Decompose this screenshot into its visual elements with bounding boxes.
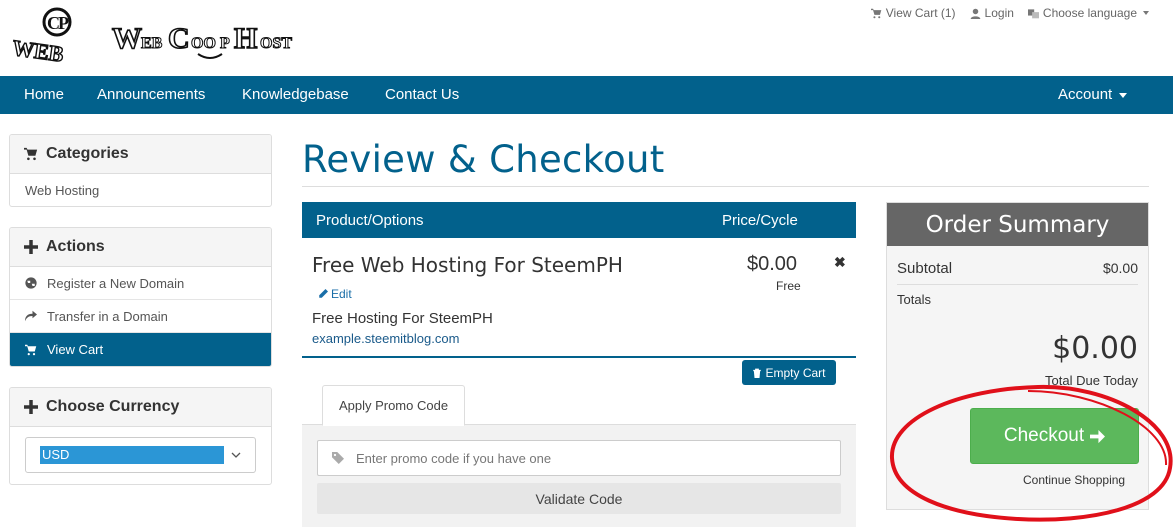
plus-icon — [24, 400, 38, 414]
title-divider — [302, 186, 1149, 187]
svg-text:C: C — [168, 22, 190, 55]
svg-text:OST: OST — [260, 35, 292, 52]
product-price: $0.00 — [747, 253, 798, 275]
nav-announcements[interactable]: Announcements — [97, 76, 205, 114]
subtotal-label: Subtotal — [897, 260, 953, 277]
col-product-options: Product/Options — [316, 212, 424, 229]
chevron-down-icon — [231, 452, 241, 458]
share-icon — [25, 310, 37, 322]
currency-selected-value: USD — [40, 446, 224, 464]
order-summary-panel: Order Summary Subtotal $0.00 Totals $0.0… — [886, 202, 1149, 510]
categories-title: Categories — [46, 145, 129, 162]
nav-account-dropdown[interactable]: Account — [1058, 76, 1128, 114]
col-price-cycle: Price/Cycle — [722, 212, 798, 229]
currency-panel: Choose Currency USD — [9, 387, 272, 485]
language-dropdown[interactable]: Choose language — [1027, 6, 1149, 20]
validate-code-button[interactable]: Validate Code — [317, 483, 841, 514]
total-due-label: Total Due Today — [1045, 373, 1138, 388]
action-label: Transfer in a Domain — [47, 308, 168, 324]
cart-item-row: Free Web Hosting For SteemPH Edit Free H… — [302, 238, 856, 358]
actions-title: Actions — [46, 238, 105, 255]
promo-code-input[interactable]: Enter promo code if you have one — [317, 440, 841, 476]
product-cycle: Free — [776, 279, 801, 293]
edit-product-link[interactable]: Edit — [318, 287, 352, 301]
nav-home[interactable]: Home — [24, 76, 64, 114]
action-view-cart[interactable]: View Cart — [10, 333, 271, 366]
main-navbar: Home Announcements Knowledgebase Contact… — [0, 76, 1173, 114]
checkout-label: Checkout — [1003, 425, 1085, 446]
continue-shopping-link[interactable]: Continue Shopping — [1023, 473, 1125, 487]
nav-contact-us[interactable]: Contact Us — [385, 76, 459, 114]
svg-text:H: H — [234, 22, 257, 55]
svg-text:WEB: WEB — [11, 35, 66, 67]
subtotal-row: Subtotal $0.00 — [897, 260, 1138, 277]
chevron-down-icon — [1143, 11, 1149, 15]
caret-down-icon — [1119, 92, 1128, 98]
account-label: Account — [1058, 86, 1113, 103]
globe-icon — [25, 277, 37, 289]
subtotal-value: $0.00 — [1102, 260, 1138, 276]
actions-header: Actions — [10, 228, 271, 267]
page-title: Review & Checkout — [302, 138, 665, 181]
total-due-value: $0.00 — [1052, 331, 1138, 366]
action-label: Register a New Domain — [47, 275, 185, 291]
categories-header: Categories — [10, 135, 271, 174]
action-transfer-domain[interactable]: Transfer in a Domain — [10, 300, 271, 333]
svg-text:P: P — [220, 35, 230, 52]
product-name: Free Web Hosting For SteemPH — [312, 253, 623, 277]
currency-select-wrap: USD — [10, 427, 271, 484]
cart-icon — [24, 147, 38, 161]
view-cart-label: View Cart (1) — [885, 6, 956, 20]
product-domain: example.steemitblog.com — [312, 331, 460, 346]
top-utility-bar: View Cart (1) Login Choose language — [870, 6, 1149, 20]
user-icon — [970, 8, 980, 19]
promo-placeholder: Enter promo code if you have one — [356, 450, 552, 466]
view-cart-link[interactable]: View Cart (1) — [870, 6, 956, 20]
svg-text:P: P — [58, 13, 69, 33]
plus-icon — [24, 240, 38, 254]
order-summary-title: Order Summary — [887, 203, 1148, 246]
currency-title: Choose Currency — [46, 398, 180, 415]
svg-text:OO: OO — [191, 35, 216, 52]
categories-panel: Categories Web Hosting — [9, 134, 272, 207]
svg-text:W: W — [112, 22, 142, 55]
language-icon — [1027, 8, 1039, 18]
login-link[interactable]: Login — [970, 6, 1014, 20]
empty-cart-label: Empty Cart — [765, 365, 826, 380]
site-logo[interactable]: C P WEB W EB C OO P H OST — [10, 4, 310, 68]
cart-table-header: Product/Options Price/Cycle — [302, 202, 856, 238]
category-web-hosting[interactable]: Web Hosting — [10, 174, 271, 206]
pencil-icon — [319, 289, 328, 298]
checkout-button[interactable]: Checkout — [970, 408, 1139, 464]
tag-icon — [332, 452, 344, 464]
empty-cart-button[interactable]: Empty Cart — [742, 360, 836, 385]
login-label: Login — [984, 6, 1014, 20]
summary-divider — [897, 284, 1138, 285]
svg-text:EB: EB — [141, 35, 163, 52]
product-description: Free Hosting For SteemPH — [312, 310, 493, 327]
nav-knowledgebase[interactable]: Knowledgebase — [242, 76, 349, 114]
arrow-right-icon — [1090, 429, 1106, 443]
currency-select[interactable]: USD — [25, 437, 256, 473]
remove-item-icon[interactable]: ✖ — [834, 254, 846, 271]
cart-icon — [870, 8, 882, 18]
totals-label: Totals — [897, 292, 931, 307]
action-register-domain[interactable]: Register a New Domain — [10, 267, 271, 300]
language-label: Choose language — [1042, 6, 1137, 20]
category-label: Web Hosting — [25, 182, 100, 198]
tab-apply-promo-code[interactable]: Apply Promo Code — [322, 385, 465, 426]
action-label: View Cart — [47, 342, 104, 357]
cart-icon — [25, 344, 37, 355]
trash-icon — [753, 368, 762, 378]
edit-label: Edit — [331, 287, 352, 301]
currency-header: Choose Currency — [10, 388, 271, 427]
actions-panel: Actions Register a New Domain Transfer i… — [9, 227, 272, 367]
